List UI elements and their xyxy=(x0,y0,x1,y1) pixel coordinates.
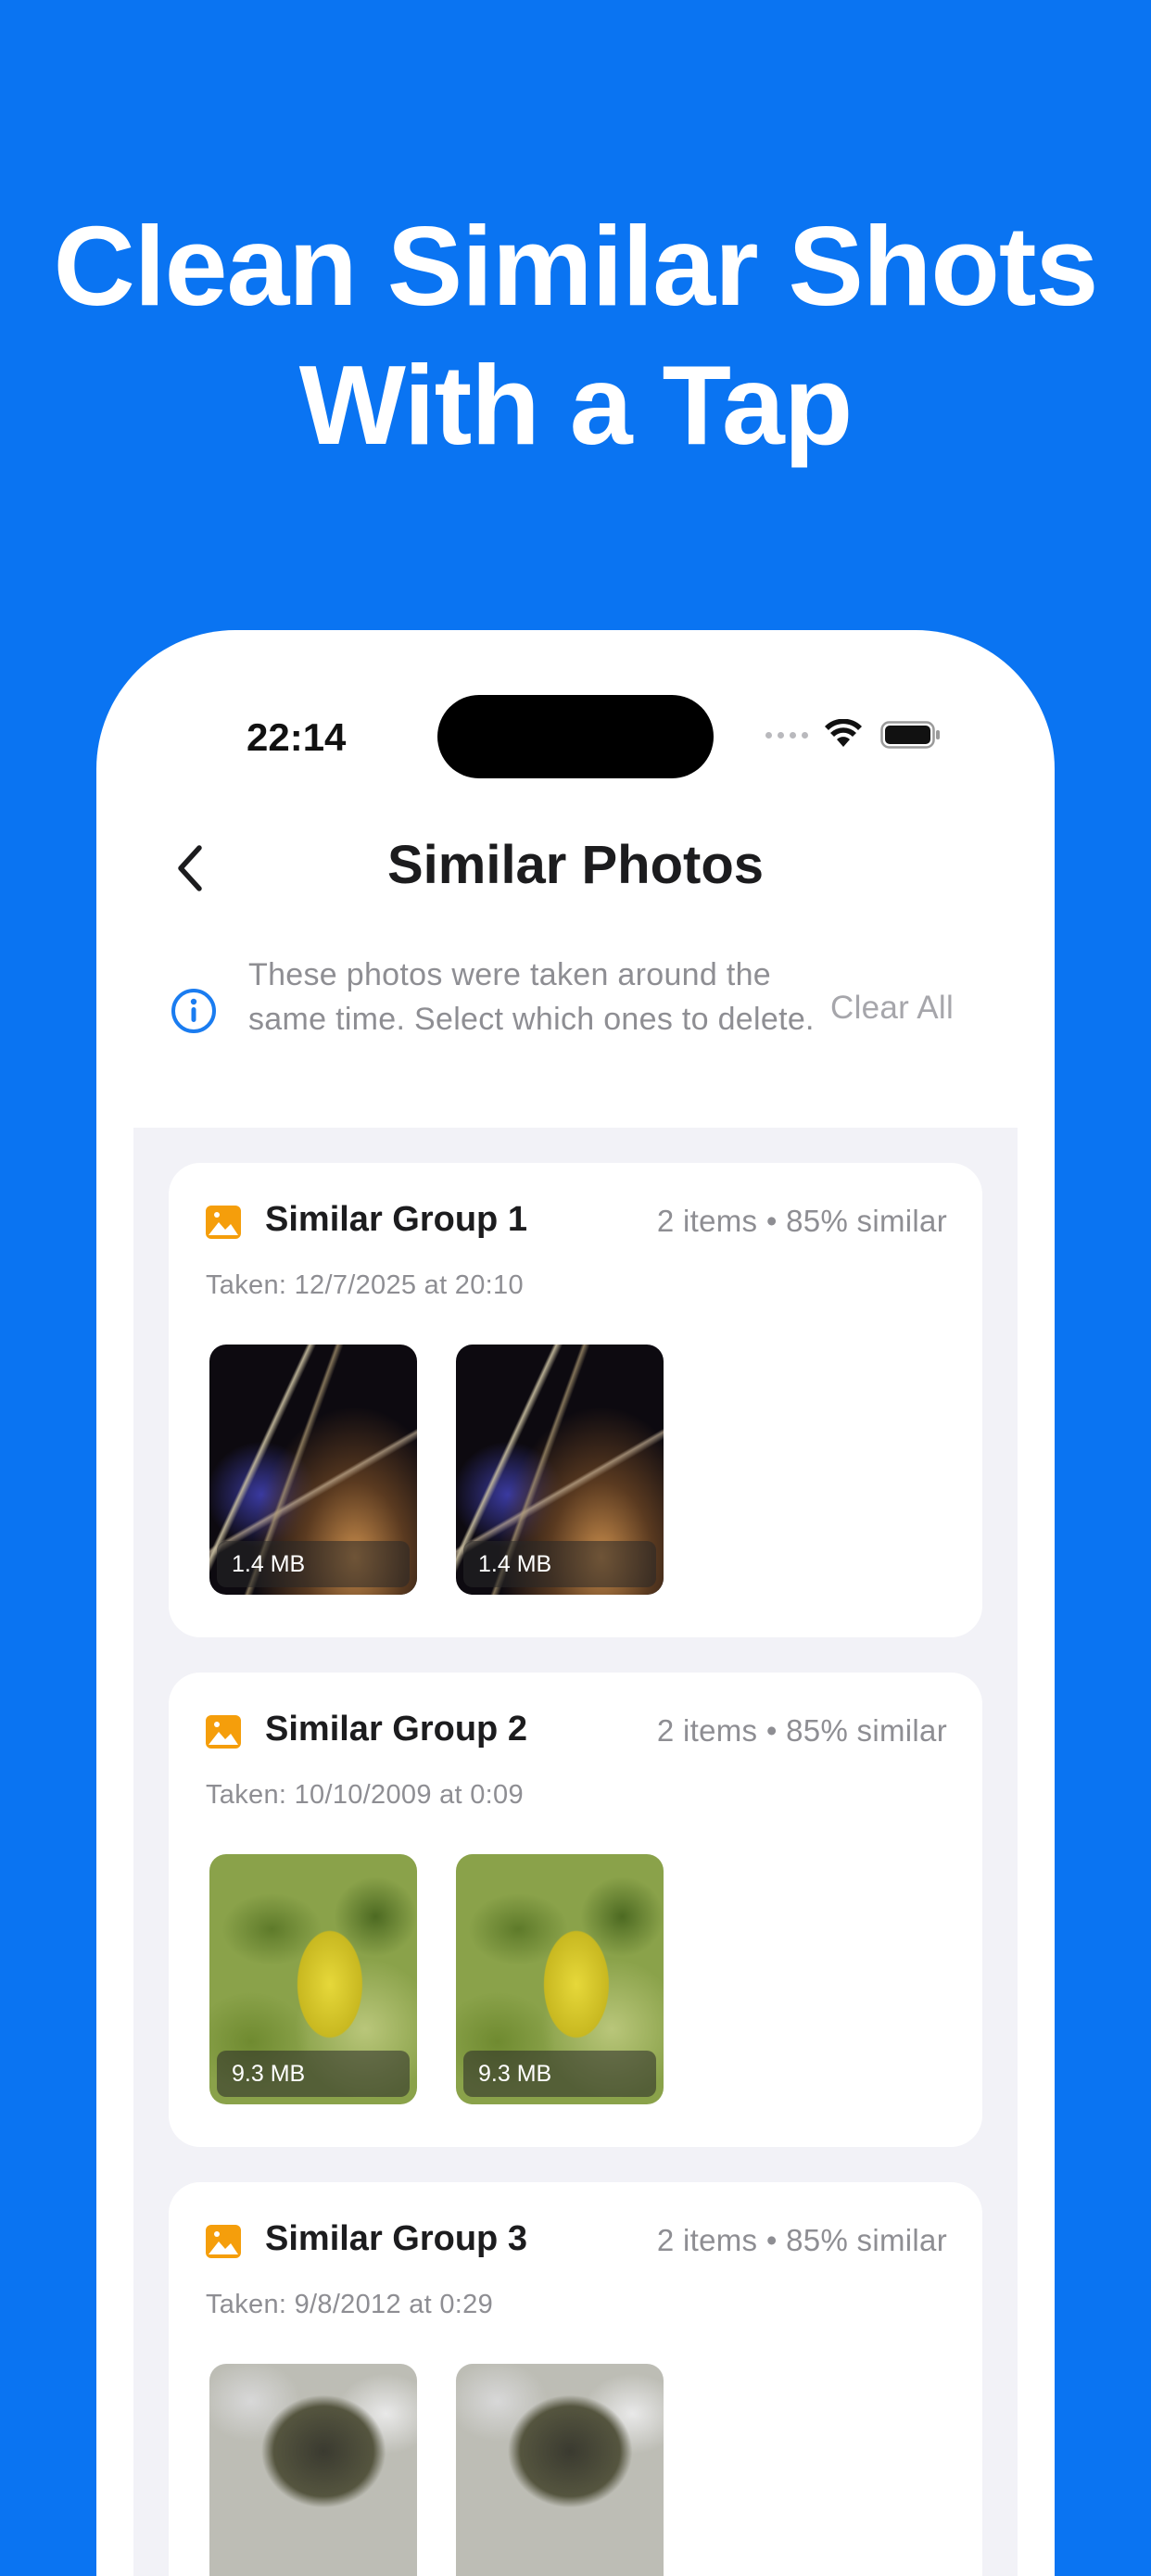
groups-list[interactable]: Similar Group 1 2 items • 85% similar Ta… xyxy=(133,1128,1018,2576)
headline-line-1: Clean Similar Shots xyxy=(53,203,1099,329)
group-date: Taken: 12/7/2025 at 20:10 xyxy=(206,1270,524,1300)
phone-screen: 22:14 Similar Photos These photos were t… xyxy=(96,630,1055,2576)
group-date: Taken: 10/10/2009 at 0:09 xyxy=(206,1780,524,1810)
photo-image xyxy=(456,2364,664,2576)
photo-icon xyxy=(206,1206,241,1239)
info-circle-icon xyxy=(171,989,216,1033)
file-size-badge: 1.4 MB xyxy=(463,1541,656,1587)
info-banner: These photos were taken around the same … xyxy=(96,953,1055,1082)
group-card[interactable]: Similar Group 1 2 items • 85% similar Ta… xyxy=(169,1163,982,1637)
photo-thumbnail[interactable] xyxy=(209,2364,417,2576)
page-title: Similar Photos xyxy=(386,835,765,895)
group-title: Similar Group 1 xyxy=(265,1200,527,1239)
battery-icon xyxy=(880,721,940,749)
group-card[interactable]: Similar Group 3 2 items • 85% similar Ta… xyxy=(169,2182,982,2576)
info-text: These photos were taken around the same … xyxy=(248,957,815,1037)
group-meta: 2 items • 85% similar xyxy=(656,1713,947,1748)
photo-thumbnail[interactable]: 9.3 MB xyxy=(209,1854,417,2104)
photo-icon xyxy=(206,2225,241,2258)
group-meta: 2 items • 85% similar xyxy=(656,2223,947,2257)
status-time: 22:14 xyxy=(247,715,347,759)
group-card[interactable]: Similar Group 2 2 items • 85% similar Ta… xyxy=(169,1673,982,2147)
photo-thumbnail[interactable]: 1.4 MB xyxy=(209,1345,417,1595)
signal-dots-icon xyxy=(765,732,808,739)
group-meta: 2 items • 85% similar xyxy=(656,1204,947,1238)
file-size-badge: 9.3 MB xyxy=(217,2051,410,2097)
photo-thumbnail[interactable]: 9.3 MB xyxy=(456,1854,664,2104)
photo-image xyxy=(209,2364,417,2576)
marketing-headline: Clean Similar Shots With a Tap xyxy=(0,196,1151,474)
dynamic-island xyxy=(437,695,714,778)
file-size-badge: 1.4 MB xyxy=(217,1541,410,1587)
photo-thumbnail[interactable] xyxy=(456,2364,664,2576)
headline-line-2: With a Tap xyxy=(298,342,854,468)
wifi-icon xyxy=(825,719,862,747)
group-title: Similar Group 2 xyxy=(265,1710,527,1749)
photo-thumbnail[interactable]: 1.4 MB xyxy=(456,1345,664,1595)
clear-all-button[interactable]: Clear All xyxy=(830,990,954,1027)
group-title: Similar Group 3 xyxy=(265,2219,527,2258)
file-size-badge: 9.3 MB xyxy=(463,2051,656,2097)
group-date: Taken: 9/8/2012 at 0:29 xyxy=(206,2290,494,2319)
photo-icon xyxy=(206,1715,241,1749)
